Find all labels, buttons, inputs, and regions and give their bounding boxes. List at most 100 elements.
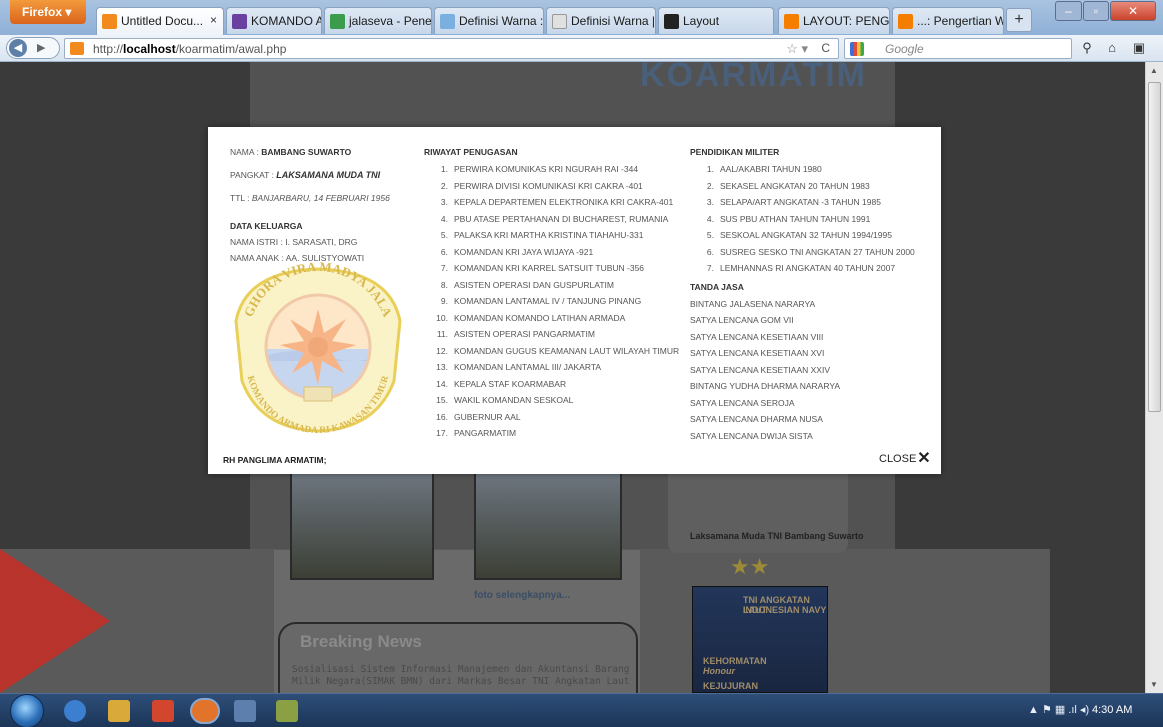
list-item: 1. PERWIRA KOMUNIKAS KRI NGURAH RAI -344 [424,164,694,181]
list-item-number: 13. [436,362,448,372]
document-icon [552,14,567,29]
breaking-news-text[interactable]: Sosialisasi Sistem Informasi Manajemen d… [292,664,632,688]
list-item-text: KOMANDAN KRI KARREL SATSUIT TUBUN -356 [454,263,645,273]
scroll-down-icon[interactable]: ▼ [1150,680,1158,689]
ttl-row: TTL : BANJARBARU, 14 FEBRUARI 1956 [230,193,420,216]
back-button[interactable]: ◀ [9,39,27,57]
list-item: 12. KOMANDAN GUGUS KEAMANAN LAUT WILAYAH … [424,346,694,363]
home-icon[interactable]: ⌂ [1101,38,1123,59]
list-item-text: SESKOAL ANGKATAN 32 TAHUN 1994/1995 [720,230,892,240]
new-tab-button[interactable]: + [1006,8,1032,32]
url-bar[interactable]: http://localhost/koarmatim/awal.php ☆ ▾ … [64,38,839,59]
tab-untitled-document[interactable]: Untitled Docu... × [96,7,224,35]
list-item: 2. SEKASEL ANGKATAN 20 TAHUN 1983 [690,181,930,198]
search-bar[interactable]: Google [844,38,1072,59]
list-item-text: AAL/AKABRI TAHUN 1980 [720,164,822,174]
nama-value: BAMBANG SUWARTO [261,147,352,157]
url-prefix: http:// [93,42,124,56]
tab-pengertian-w[interactable]: ...: Pengertian W... [892,7,1004,34]
list-item-number: 10. [436,312,448,323]
tab-definisi-warna-2[interactable]: Definisi Warna | ... [546,7,656,34]
gallery-photo[interactable] [474,470,622,580]
gallery-photo[interactable] [290,470,434,580]
modal-footer-label: RH PANGLIMA ARMATIM; [223,455,327,465]
tanda-jasa-list: BINTANG JALASENA NARARYA SATYA LENCANA GO… [690,299,930,448]
file-explorer-icon[interactable] [108,700,130,722]
google-icon[interactable] [850,42,864,56]
list-item-text: SUSREG SESKO TNI ANGKATAN 27 TAHUN 2000 [720,246,915,257]
navy-poster[interactable]: TNI ANGKATAN LAUT INDONESIAN NAVY KEHORM… [692,586,828,693]
close-icon[interactable]: ✕ [917,451,930,467]
list-item-text: ASISTEN OPERASI DAN GUSPURLATIM [454,279,614,290]
list-item-text: SELAPA/ART ANGKATAN -3 TAHUN 1985 [720,197,881,207]
page-scrollbar[interactable]: ▲ ▼ [1145,62,1163,693]
list-item: 9. KOMANDAN LANTAMAL IV / TANJUNG PINANG [424,296,694,313]
scroll-up-icon[interactable]: ▲ [1150,66,1158,75]
tab-label: Layout [683,14,720,28]
list-item-number: 2. [706,180,714,191]
list-item-number: 15. [436,395,448,405]
poster-line: INDONESIAN NAVY [743,605,827,615]
taskbar-clock[interactable]: 4:30 AM [1092,704,1132,716]
pendidikan-heading: PENDIDIKAN MILITER [690,147,780,157]
list-item-number: 1. [706,164,714,174]
list-item-number: 17. [436,428,448,438]
list-item: 8. ASISTEN OPERASI DAN GUSPURLATIM [424,280,694,297]
list-item: 10. KOMANDAN KOMANDO LATIHAN ARMADA [424,313,694,330]
tab-komando-armada[interactable]: KOMANDO ARM... [226,7,322,34]
start-button[interactable] [10,694,44,727]
office-icon[interactable] [152,700,174,722]
award-item: SATYA LENCANA DWIJA SISTA [690,430,813,441]
list-item-number: 1. [440,164,448,174]
star-icon: ★★ [730,554,770,579]
reload-icon[interactable]: C [821,41,830,55]
ttl-label: TTL : [230,193,252,203]
list-item-number: 5. [706,230,714,240]
tab-label: Definisi Warna | ... [571,14,656,28]
tab-label: ...: Pengertian W... [917,14,1003,28]
site-icon [440,14,455,29]
addon-icon[interactable]: ▣ [1128,38,1150,59]
close-window-button[interactable]: ✕ [1110,1,1156,21]
list-item-text: PANGARMATIM [454,428,517,438]
list-item-number: 3. [440,197,448,207]
search-icon[interactable]: ⚲ [1076,38,1098,59]
pangkat-label: PANGKAT : [230,170,277,180]
more-photos-link[interactable]: foto selengkapnya... [474,590,570,601]
site-icon [232,14,247,29]
commander-caption: Laksamana Muda TNI Bambang Suwarto [690,531,864,541]
minimize-button[interactable]: – [1055,1,1082,21]
dreamweaver-icon[interactable] [276,700,298,722]
firefox-taskbar-icon[interactable] [190,698,220,724]
tab-layout-pengertian[interactable]: LAYOUT: PENGE... [778,7,890,34]
tab-jalaseva[interactable]: jalaseva - Penelu... [324,7,432,34]
windows-taskbar: ▲ ⚑ ▦ .ıl ◂) 4:30 AM [0,693,1163,727]
firefox-menu-button[interactable]: Firefox ▾ [10,0,86,24]
tab-definisi-warna-1[interactable]: Definisi Warna : ... [434,7,544,34]
list-item-number: 3. [706,197,714,207]
site-icon [70,42,84,55]
award-item: BINTANG YUDHA DHARMA NARARYA [690,381,841,391]
internet-explorer-icon[interactable] [64,700,86,722]
blogger-icon [784,14,799,29]
list-item-number: 4. [440,213,448,224]
close-button[interactable]: CLOSE ✕ [879,451,931,467]
system-tray[interactable]: ▲ ⚑ ▦ .ıl ◂) [1028,703,1089,716]
bookmark-star-icon[interactable]: ☆ ▾ [786,41,808,57]
site-icon [102,14,117,29]
maximize-button[interactable]: ▫ [1083,1,1109,21]
scrollbar-thumb[interactable] [1148,82,1161,412]
pangkat-value: LAKSAMANA MUDA TNI [276,170,381,180]
list-item: 17. PANGARMATIM [424,428,694,445]
tab-label: Untitled Docu... [121,14,204,28]
forward-button[interactable]: ▶ [37,39,45,57]
url-host: localhost [123,42,176,56]
tab-layout[interactable]: Layout [658,7,774,34]
blogger-icon [898,14,913,29]
close-tab-icon[interactable]: × [210,13,217,27]
app-icon[interactable] [234,700,256,722]
list-item-number: 6. [440,246,448,257]
list-item-number: 12. [436,345,448,356]
decorative-red-shape [0,549,110,693]
riwayat-column: RIWAYAT PENUGASAN 1. PERWIRA KOMUNIKAS KR… [424,147,694,445]
